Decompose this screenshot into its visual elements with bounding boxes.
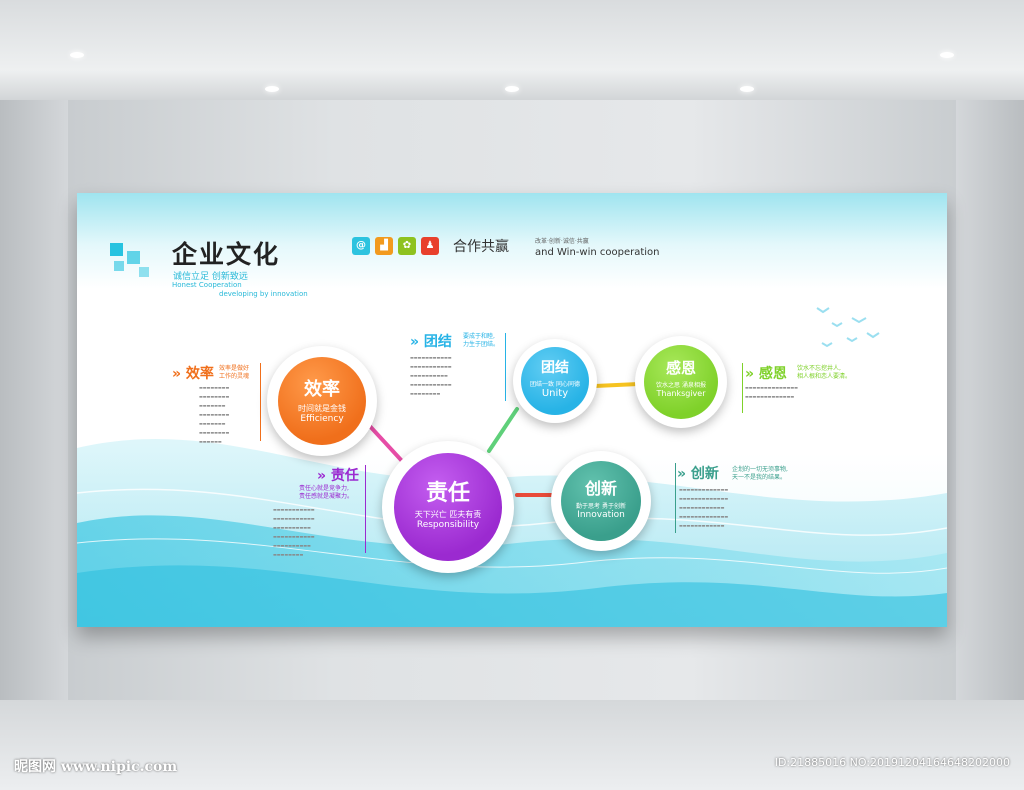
logo-square	[114, 261, 124, 271]
gratitude-disc: 感恩 饮水之思 涌泉相报 Thanksgiver	[644, 345, 718, 419]
cooperation-title: 合作共赢	[453, 239, 509, 255]
efficiency-divider	[260, 363, 261, 441]
ceiling	[0, 0, 1024, 100]
innovation-heading: 创新	[690, 466, 719, 482]
cooperation-en: and Win-win cooperation	[535, 247, 660, 258]
logo-square	[110, 243, 123, 256]
floor	[0, 700, 1024, 790]
responsibility-label: 责任	[425, 481, 470, 506]
efficiency-motto: 时间就是金钱	[298, 404, 346, 413]
ceiling-lamp	[265, 86, 279, 92]
innovation-disc: 创新 勤于思考 勇于创新 Innovation	[561, 461, 641, 541]
unity-section: » 团结	[410, 334, 452, 350]
innovation-circle: 创新 勤于思考 勇于创新 Innovation	[551, 451, 651, 551]
efficiency-label: 效率	[304, 379, 340, 400]
unity-disc: 团结 团结一致 同心同德 Unity	[521, 347, 589, 415]
unity-motto: 团结一致 同心同德	[530, 381, 580, 388]
ceiling-lamp	[505, 86, 519, 92]
innovation-motto: 勤于思考 勇于创新	[576, 503, 626, 510]
efficiency-en: Efficiency	[300, 414, 344, 424]
watermark-left: 昵图网 www.nipic.com	[14, 759, 178, 775]
unity-paragraph: ▬▬▬▬▬▬▬▬▬▬▬ ▬▬▬▬▬▬▬▬▬▬▬ ▬▬▬▬▬▬▬▬▬▬ ▬▬▬▬▬▬▬▬…	[410, 355, 452, 396]
unity-en: Unity	[541, 388, 569, 399]
flower-icon: ✿	[398, 237, 416, 255]
gratitude-paragraph: ▬▬▬▬▬▬▬▬▬▬▬▬▬▬ ▬▬▬▬▬▬▬▬▬▬▬▬▬	[745, 385, 798, 399]
efficiency-circle: 效率 时间就是金钱 Efficiency	[267, 346, 377, 456]
responsibility-motto: 天下兴亡 匹夫有责	[414, 510, 482, 519]
gratitude-tag: 饮水不忘挖井人, 相人根和恋人要清。	[797, 365, 852, 380]
logo-square	[127, 251, 140, 264]
cooperation-tags: 改革·创新·诚信·共赢	[535, 238, 589, 245]
gratitude-motto: 饮水之思 涌泉相报	[656, 382, 706, 389]
innovation-label: 创新	[584, 479, 617, 498]
unity-tag: 要成于和睦, 力生于团结。	[463, 333, 500, 348]
gratitude-heading: 感恩	[758, 366, 787, 382]
efficiency-paragraph: ▬▬▬▬▬▬▬▬ ▬▬▬▬▬▬▬▬ ▬▬▬▬▬▬▬ ▬▬▬▬▬▬▬▬ ▬▬▬▬▬▬▬ ▬▬…	[199, 385, 230, 444]
watermark-right: ID:21885016 NO:20191204164648202000	[774, 756, 1010, 769]
gratitude-section: » 感恩	[745, 366, 787, 382]
efficiency-heading: » 效率	[172, 366, 214, 382]
innovation-section: » 创新	[677, 466, 719, 482]
subtitle-en-1: Honest Cooperation	[172, 281, 242, 289]
gratitude-en: Thanksgiver	[656, 389, 706, 398]
innovation-paragraph: ▬▬▬▬▬▬▬▬▬▬▬▬▬ ▬▬▬▬▬▬▬▬▬▬▬▬▬ ▬▬▬▬▬▬▬▬▬▬▬▬ ▬▬…	[679, 487, 729, 528]
left-pillar	[0, 100, 68, 790]
efficiency-section: » 效率	[172, 363, 214, 383]
responsibility-heading: 责任	[330, 468, 359, 484]
responsibility-en: Responsibility	[416, 520, 480, 530]
subtitle-en-2: developing by innovation	[219, 290, 308, 298]
efficiency-tag: 效率是做好 工作的灵魂	[219, 365, 250, 380]
page-title: 企业文化	[172, 240, 281, 269]
unity-divider	[505, 333, 506, 401]
ceiling-lamp	[70, 52, 84, 58]
responsibility-disc: 责任 天下兴亡 匹夫有责 Responsibility	[394, 453, 502, 561]
right-pillar	[956, 100, 1024, 790]
unity-circle: 团结 团结一致 同心同德 Unity	[513, 339, 597, 423]
gratitude-circle: 感恩 饮水之思 涌泉相报 Thanksgiver	[635, 336, 727, 428]
person-icon: ♟	[421, 237, 439, 255]
innovation-en: Innovation	[577, 510, 625, 520]
responsibility-circle: 责任 天下兴亡 匹夫有责 Responsibility	[382, 441, 514, 573]
gratitude-divider	[742, 363, 743, 413]
unity-label: 团结	[541, 360, 569, 376]
chart-icon: ▟	[375, 237, 393, 255]
responsibility-section: » 责任	[317, 468, 359, 484]
logo-square	[139, 267, 149, 277]
ceiling-lamp	[740, 86, 754, 92]
innovation-divider	[675, 463, 676, 533]
culture-display-board: 企业文化 诚信立足 创新致远 Honest Cooperation develo…	[77, 193, 947, 627]
gratitude-label: 感恩	[665, 359, 696, 377]
ceiling-lamp	[940, 52, 954, 58]
innovation-tag: 企划的一切无须事物, 天一不是我的结果。	[732, 466, 788, 481]
responsibility-divider	[365, 465, 366, 553]
unity-heading: 团结	[423, 334, 452, 350]
responsibility-tag: 责任心就是竞争力, 责任感就是凝聚力。	[299, 485, 354, 500]
at-icon: @	[352, 237, 370, 255]
efficiency-disc: 效率 时间就是金钱 Efficiency	[278, 357, 366, 445]
responsibility-paragraph: ▬▬▬▬▬▬▬▬▬▬▬ ▬▬▬▬▬▬▬▬▬▬▬ ▬▬▬▬▬▬▬▬▬▬ ▬▬▬▬▬▬▬▬…	[273, 507, 315, 557]
